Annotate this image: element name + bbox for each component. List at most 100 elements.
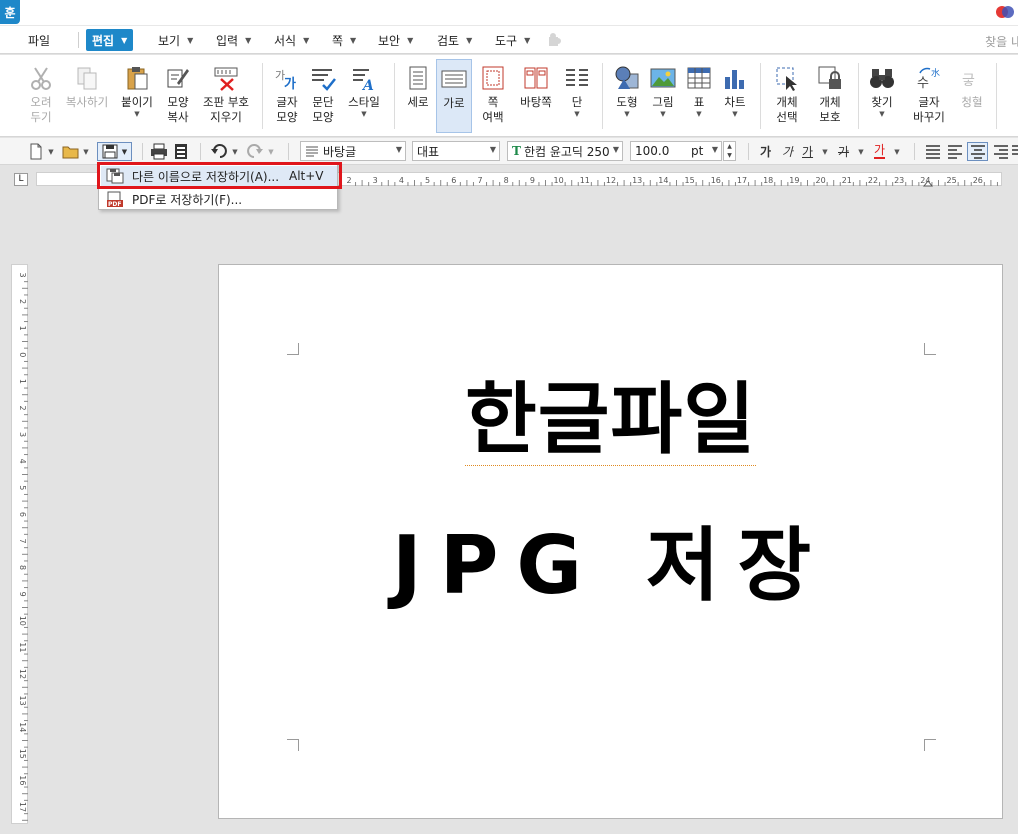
erase-marks-button[interactable]: 조판 부호 지우기	[200, 59, 252, 133]
ruler-tick-label: 6	[451, 176, 456, 185]
ruler-tick-label: 5	[18, 485, 27, 490]
menu-file[interactable]: 파일	[22, 29, 56, 51]
chevron-down-icon[interactable]: ▼	[892, 142, 902, 161]
undo-icon[interactable]	[210, 142, 228, 161]
ruler-tick-label: 17	[18, 802, 27, 812]
document-heading[interactable]: 한글파일	[219, 357, 1002, 469]
cut-button[interactable]: 오려 두기	[24, 59, 58, 133]
menu-security[interactable]: 보안 ▼	[372, 29, 419, 51]
columns-icon	[566, 69, 588, 86]
copy-button[interactable]: 복사하기	[62, 59, 112, 133]
save-button[interactable]: ▼	[97, 142, 132, 161]
picture-button[interactable]: 그림 ▼	[648, 59, 678, 133]
lock-icon	[818, 66, 841, 89]
svg-text:수: 수	[917, 76, 929, 91]
more-align-icon[interactable]	[1012, 142, 1018, 161]
paste-button[interactable]: 붙이기 ▼	[118, 59, 156, 133]
chevron-down-icon: ▼	[489, 145, 496, 154]
ruler-tick-label: 18	[763, 176, 773, 185]
chevron-down-icon: ▼	[711, 145, 718, 154]
chart-button[interactable]: 차트 ▼	[720, 59, 750, 133]
picture-icon	[650, 68, 676, 88]
underline-button[interactable]: 가	[802, 142, 813, 161]
table-button[interactable]: 표 ▼	[684, 59, 714, 133]
chevron-down-icon: ▼	[121, 35, 128, 45]
ruler-tick-label: 8	[504, 176, 509, 185]
menu-edit[interactable]: 편집 ▼	[86, 29, 134, 51]
style-button[interactable]: A 스타일 ▼	[344, 59, 384, 133]
menu-page[interactable]: 쪽 ▼	[326, 29, 362, 51]
chevron-down-icon[interactable]: ▼	[820, 142, 830, 161]
save-as-pdf-menu-item[interactable]: PDF PDF로 저장하기(F)...	[101, 189, 337, 209]
vertical-ruler[interactable]: 3 2 1 0 1 2 3 4 5 6 7 8 9 10 11 12 13 14 15 16 17	[11, 264, 28, 828]
shape-button[interactable]: 도형 ▼	[610, 59, 644, 133]
font-size-stepper[interactable]: ▲ ▼	[723, 141, 736, 161]
format-painter-icon	[167, 69, 189, 88]
document-subheading[interactable]: JPG 저장	[219, 501, 1002, 617]
print-icon[interactable]	[150, 142, 168, 161]
page-bg-button[interactable]: 바탕쪽	[516, 59, 556, 133]
menu-format[interactable]: 서식 ▼	[268, 29, 315, 51]
print-preview-icon[interactable]	[172, 142, 190, 161]
chevron-down-icon[interactable]: ▼	[856, 142, 866, 161]
justify-icon[interactable]	[924, 142, 942, 161]
menu-insert[interactable]: 입력 ▼	[210, 29, 257, 51]
binoculars-icon	[870, 69, 894, 88]
document-page[interactable]: 한글파일 JPG 저장	[218, 264, 1003, 819]
clipboard-icon	[127, 67, 148, 90]
chevron-down-icon[interactable]: ▼	[266, 142, 276, 161]
ruler-tick-label: 15	[685, 176, 695, 185]
menu-review[interactable]: 검토 ▼	[431, 29, 478, 51]
ruler-tick-label: 20	[816, 176, 826, 185]
page-margin-button[interactable]: 쪽 여백	[476, 59, 510, 133]
bar-chart-icon	[725, 70, 744, 89]
select-object-button[interactable]: 개체 선택	[768, 59, 806, 133]
ruler-tick-label: 16	[711, 176, 721, 185]
ruler-tick-label: 0	[18, 352, 27, 357]
redo-icon[interactable]	[246, 142, 264, 161]
menu-view[interactable]: 보기 ▼	[152, 29, 199, 51]
font-combo[interactable]: T 한컴 윤고딕 250 ▼	[507, 141, 623, 161]
columns-button[interactable]: 단 ▼	[562, 59, 592, 133]
hear-button[interactable]: 긓 청혈	[956, 59, 988, 133]
portrait-button[interactable]: 세로	[402, 59, 434, 133]
para-shape-button[interactable]: 문단 모양	[306, 59, 340, 133]
chevron-down-icon: ▼	[732, 110, 738, 118]
landscape-button[interactable]: 가로	[436, 59, 472, 133]
find-button[interactable]: 찾기 ▼	[866, 59, 898, 133]
ruler-tick-label: 19	[789, 176, 799, 185]
paragraph-icon	[306, 146, 318, 157]
font-language-combo[interactable]: 대표 ▼	[412, 141, 500, 161]
align-right-icon[interactable]	[992, 142, 1010, 161]
font-color-button[interactable]: 가	[874, 142, 886, 159]
protect-object-button[interactable]: 개체 보호	[810, 59, 850, 133]
bold-button[interactable]: 가	[760, 142, 771, 161]
chevron-down-icon[interactable]: ▼	[81, 142, 91, 161]
find-label[interactable]: 찾을 내	[985, 33, 1018, 50]
tab-stop-selector[interactable]: L	[14, 173, 28, 186]
menu-tools[interactable]: 도구 ▼	[489, 29, 536, 51]
font-size-input[interactable]: 100.0 pt ▼	[630, 141, 722, 161]
chevron-down-icon[interactable]: ▼	[46, 142, 56, 161]
open-folder-icon[interactable]	[62, 142, 80, 161]
new-document-icon[interactable]	[28, 142, 44, 161]
ruler-tick-label: 10	[554, 176, 564, 185]
strikethrough-button[interactable]: 가	[838, 142, 849, 161]
chevron-down-icon[interactable]: ▼	[230, 142, 240, 161]
style-combo[interactable]: 바탕글 ▼	[300, 141, 406, 161]
puzzle-icon[interactable]	[548, 33, 562, 47]
crop-mark	[924, 739, 936, 751]
align-center-button[interactable]	[967, 142, 988, 161]
chevron-down-icon: ▼	[624, 110, 630, 118]
italic-button[interactable]: 가	[782, 142, 793, 161]
profile-icon[interactable]	[996, 6, 1014, 20]
align-left-icon[interactable]	[946, 142, 964, 161]
ruler-tick-label: 11	[580, 176, 590, 185]
title-bar: 훈	[0, 0, 1018, 26]
format-copy-button[interactable]: 모양 복사	[162, 59, 194, 133]
replace-button[interactable]: 수水 글자 바꾸기	[906, 59, 952, 133]
char-shape-button[interactable]: 가가 글자 모양	[272, 59, 302, 133]
chevron-down-icon: ▼	[187, 35, 194, 45]
app-logo[interactable]: 훈	[0, 0, 20, 24]
vertical-ruler-scale: 32101234567891011121314151617	[18, 272, 28, 828]
